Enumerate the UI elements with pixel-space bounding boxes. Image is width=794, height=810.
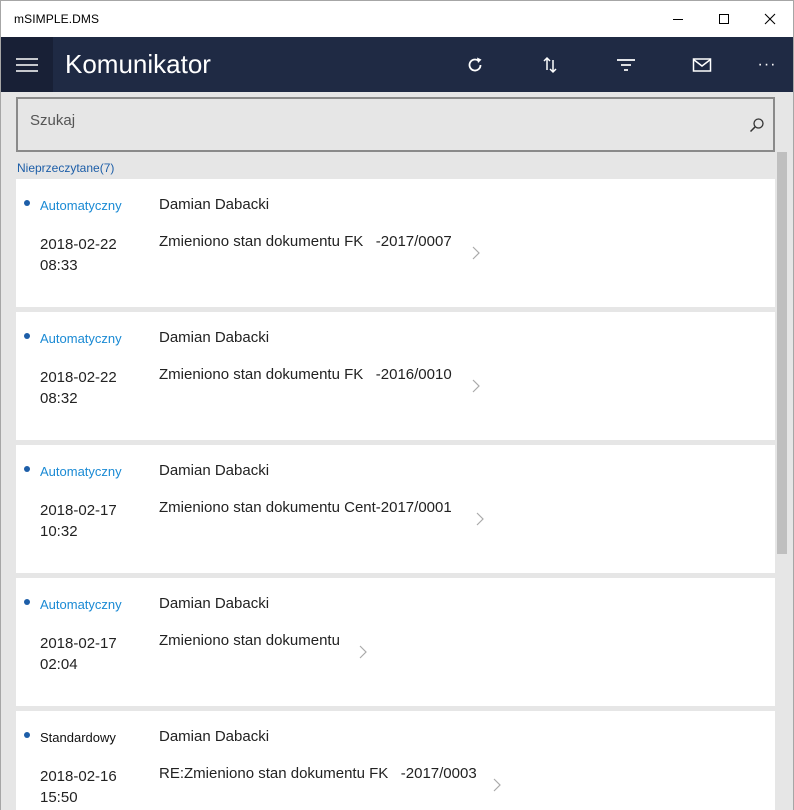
chevron-right-icon xyxy=(472,379,480,393)
chevron-right-icon xyxy=(476,512,484,526)
message-datetime: 2018-02-17 02:04 xyxy=(40,633,117,675)
message-date: 2018-02-22 xyxy=(40,236,117,253)
message-time: 15:50 xyxy=(40,789,78,806)
message-subject: Zmieniono stan dokumentu Cent-2017/0001 xyxy=(159,499,452,516)
chevron-right-icon xyxy=(493,778,501,792)
more-button[interactable]: ··· xyxy=(747,37,787,92)
message-item[interactable]: Standardowy Damian Dabacki 2018-02-16 15… xyxy=(16,711,775,810)
message-item[interactable]: Automatyczny Damian Dabacki 2018-02-22 0… xyxy=(16,312,775,440)
page-title: Komunikator xyxy=(65,49,211,79)
message-sender: Damian Dabacki xyxy=(159,595,270,612)
title-bar: mSIMPLE.DMS xyxy=(1,1,793,37)
message-sender: Damian Dabacki xyxy=(159,462,270,479)
message-type: Automatyczny xyxy=(40,464,122,479)
close-button[interactable] xyxy=(747,1,793,37)
message-datetime: 2018-02-16 15:50 xyxy=(40,766,117,808)
vertical-scrollbar[interactable] xyxy=(776,152,788,810)
unread-indicator xyxy=(24,599,30,605)
unread-indicator xyxy=(24,200,30,206)
sort-button[interactable] xyxy=(530,37,570,92)
window-controls xyxy=(655,1,793,37)
minimize-icon xyxy=(673,19,683,20)
message-item[interactable]: Automatyczny Damian Dabacki 2018-02-17 0… xyxy=(16,578,775,706)
new-message-button[interactable] xyxy=(682,37,722,92)
message-subject: RE:Zmieniono stan dokumentu FK -2017/000… xyxy=(159,765,477,782)
message-time: 10:32 xyxy=(40,523,78,540)
message-datetime: 2018-02-22 08:33 xyxy=(40,234,117,276)
message-time: 02:04 xyxy=(40,656,78,673)
filter-icon xyxy=(617,58,635,71)
message-datetime: 2018-02-17 10:32 xyxy=(40,500,117,542)
message-item[interactable]: Automatyczny Damian Dabacki 2018-02-17 1… xyxy=(16,445,775,573)
filter-button[interactable] xyxy=(606,37,646,92)
chevron-right-icon xyxy=(359,645,367,659)
message-sender: Damian Dabacki xyxy=(159,728,270,745)
refresh-button[interactable] xyxy=(455,37,495,92)
message-subject: Zmieniono stan dokumentu FK -2016/0010 xyxy=(159,366,452,383)
scrollbar-thumb[interactable] xyxy=(777,152,787,554)
message-type: Automatyczny xyxy=(40,198,122,213)
refresh-icon xyxy=(468,57,482,71)
close-icon xyxy=(764,13,776,25)
menu-button[interactable] xyxy=(1,37,53,92)
message-item[interactable]: Automatyczny Damian Dabacki 2018-02-22 0… xyxy=(16,179,775,307)
message-date: 2018-02-17 xyxy=(40,635,117,652)
message-datetime: 2018-02-22 08:32 xyxy=(40,367,117,409)
message-date: 2018-02-22 xyxy=(40,369,117,386)
minimize-button[interactable] xyxy=(655,1,701,37)
message-date: 2018-02-16 xyxy=(40,768,117,785)
message-type: Standardowy xyxy=(40,730,116,745)
app-bar: Komunikator ··· xyxy=(1,37,793,92)
unread-indicator xyxy=(24,732,30,738)
message-time: 08:33 xyxy=(40,257,78,274)
content-area: Nieprzeczytane(7) Automatyczny Damian Da… xyxy=(1,92,793,810)
window-title: mSIMPLE.DMS xyxy=(14,12,100,26)
search-box[interactable] xyxy=(16,97,775,152)
unread-indicator xyxy=(24,333,30,339)
maximize-button[interactable] xyxy=(701,1,747,37)
chevron-right-icon xyxy=(472,246,480,260)
unread-indicator xyxy=(24,466,30,472)
message-type: Automatyczny xyxy=(40,597,122,612)
search-input[interactable] xyxy=(18,99,718,139)
message-sender: Damian Dabacki xyxy=(159,196,270,213)
mail-icon xyxy=(692,57,712,72)
message-time: 08:32 xyxy=(40,390,78,407)
search-icon[interactable] xyxy=(749,117,765,133)
maximize-icon xyxy=(719,14,729,24)
hamburger-icon xyxy=(16,57,38,72)
message-subject: Zmieniono stan dokumentu xyxy=(159,632,340,649)
message-type: Automatyczny xyxy=(40,331,122,346)
message-sender: Damian Dabacki xyxy=(159,329,270,346)
message-subject: Zmieniono stan dokumentu FK -2017/0007 xyxy=(159,233,452,250)
sort-icon xyxy=(543,56,557,73)
more-icon: ··· xyxy=(757,55,777,73)
message-date: 2018-02-17 xyxy=(40,502,117,519)
group-header-unread[interactable]: Nieprzeczytane(7) xyxy=(17,161,114,175)
